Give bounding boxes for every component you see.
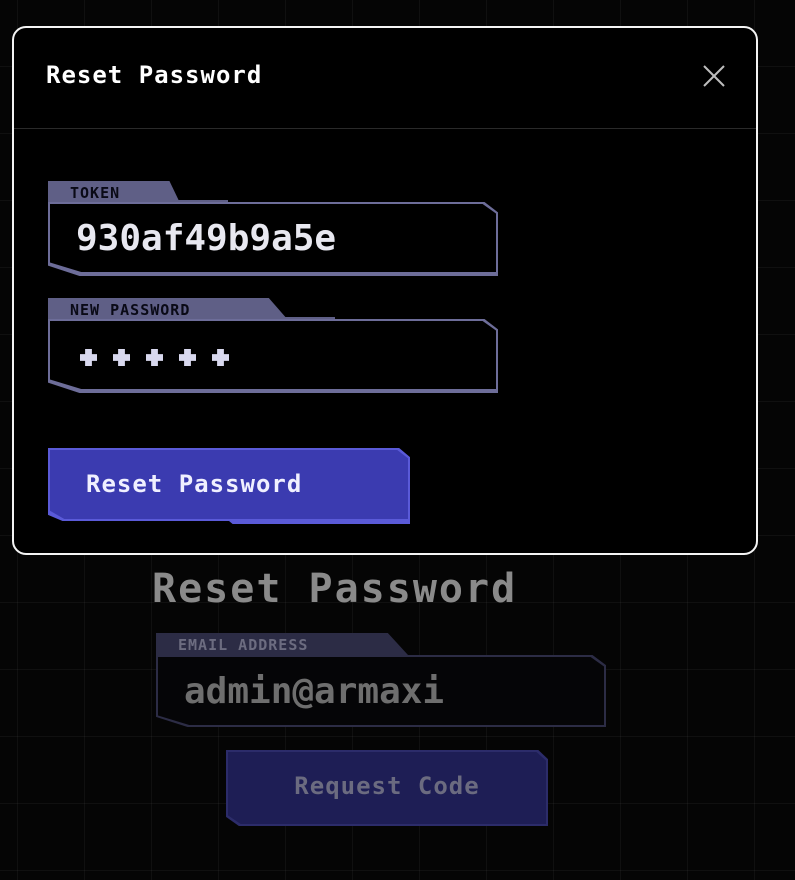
token-field[interactable]: 930af49b9a5e [50, 204, 496, 272]
password-mask-dot [80, 349, 97, 366]
new-password-field-label: NEW PASSWORD [70, 301, 191, 319]
email-field-label: EMAIL ADDRESS [178, 636, 309, 654]
new-password-field-frame [48, 319, 498, 393]
new-password-field-group: NEW PASSWORD [48, 298, 500, 396]
background-page-title: Reset Password [152, 566, 518, 612]
modal-title: Reset Password [46, 61, 263, 89]
request-code-button[interactable]: Request Code [226, 750, 548, 826]
close-button[interactable] [702, 64, 726, 88]
close-icon [703, 65, 725, 87]
password-mask-dot [146, 349, 163, 366]
email-field-frame: admin@armaxi [156, 655, 606, 727]
request-code-button-label: Request Code [294, 772, 480, 800]
token-field-label: TOKEN [70, 184, 121, 202]
new-password-field[interactable] [50, 321, 496, 389]
email-field[interactable]: admin@armaxi [158, 657, 604, 725]
email-field-value: admin@armaxi [184, 671, 445, 712]
reset-password-button[interactable]: Reset Password [48, 448, 410, 524]
token-field-frame: 930af49b9a5e [48, 202, 498, 276]
token-field-value: 930af49b9a5e [76, 218, 337, 259]
masked-password-value [80, 349, 229, 366]
password-mask-dot [179, 349, 196, 366]
email-field-group: EMAIL ADDRESS admin@armaxi [156, 633, 608, 731]
token-field-group: TOKEN 930af49b9a5e [48, 181, 500, 279]
reset-password-modal: Reset Password TOKEN 930af49b9a5e NEW PA… [12, 26, 758, 555]
password-mask-dot [113, 349, 130, 366]
reset-password-button-label: Reset Password [86, 470, 303, 498]
modal-header: Reset Password [14, 28, 756, 129]
password-mask-dot [212, 349, 229, 366]
